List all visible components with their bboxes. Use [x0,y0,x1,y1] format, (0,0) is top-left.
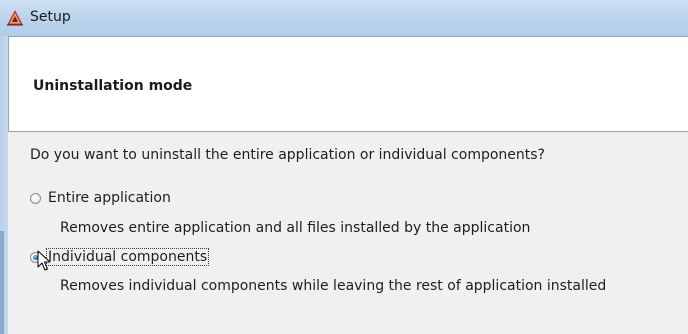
window-frame-left [0,36,8,334]
frame-rail [0,231,4,334]
option-entire-application[interactable]: Entire application [30,190,171,206]
page-title: Uninstallation mode [33,78,193,94]
setup-app-icon [7,10,23,26]
title-bar[interactable]: Setup [0,0,688,36]
wizard-content: Do you want to uninstall the entire appl… [8,132,688,334]
option-label-individual-components[interactable]: Individual components [46,248,210,266]
option-label-entire-application[interactable]: Entire application [48,190,171,206]
question-text: Do you want to uninstall the entire appl… [30,147,545,163]
window-title: Setup [30,9,71,25]
option-individual-components[interactable]: Individual components [30,248,210,266]
wizard-header-panel: Uninstallation mode [8,36,688,132]
option-description-entire-application: Removes entire application and all files… [60,220,531,236]
option-description-individual-components: Removes individual components while leav… [60,278,607,294]
radio-entire-application[interactable] [30,192,41,204]
mouse-pointer-icon [37,250,51,271]
